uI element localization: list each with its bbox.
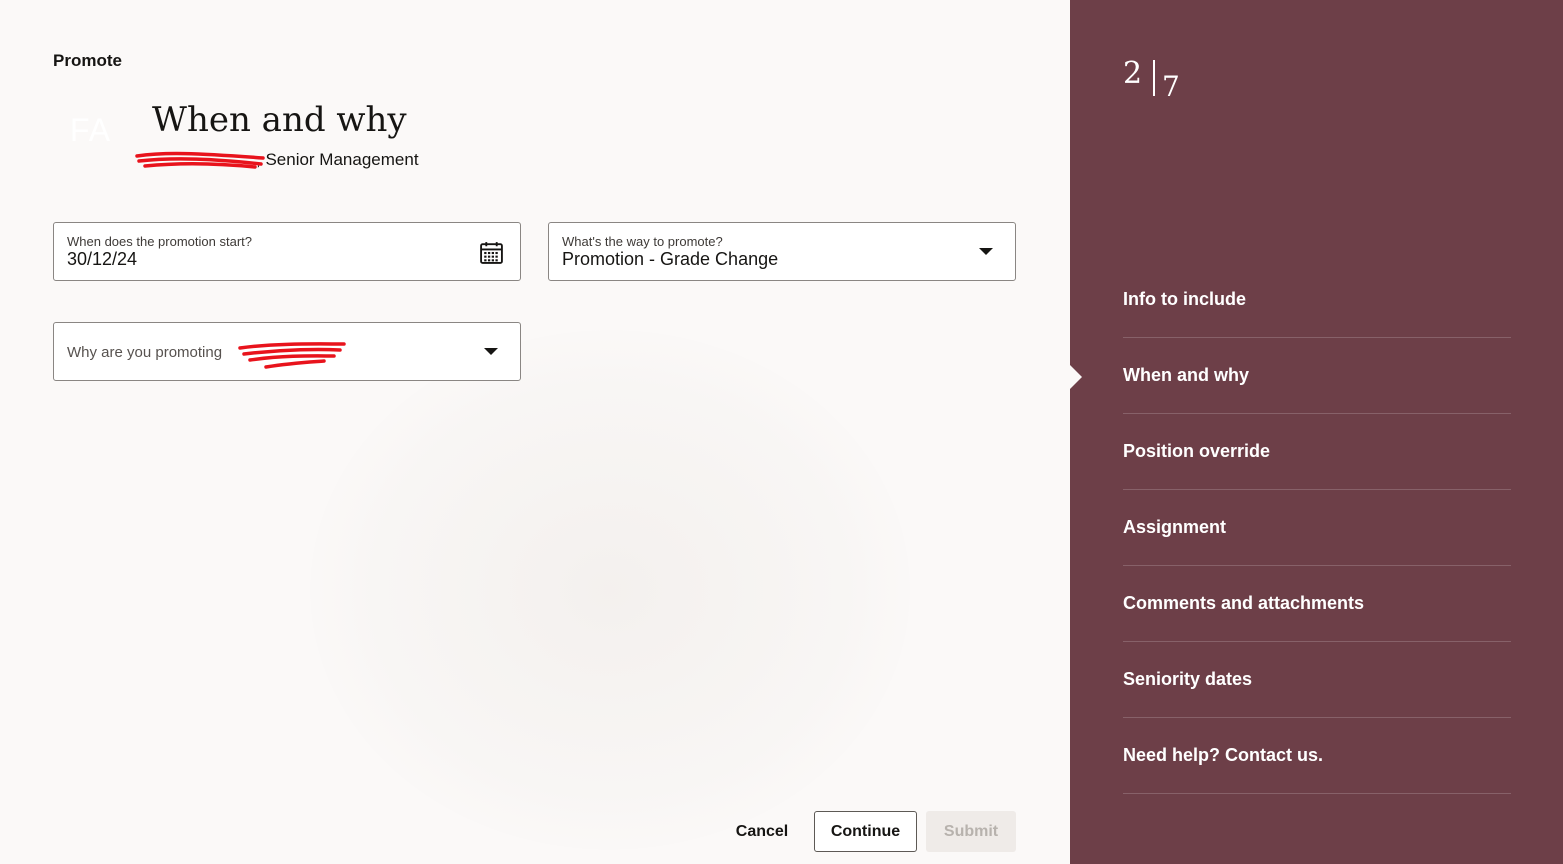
chevron-down-icon[interactable] (979, 248, 993, 255)
continue-button[interactable]: Continue (814, 811, 917, 852)
progress-sidebar: 2 7 Info to include When and why Positio… (1070, 0, 1563, 864)
submit-button[interactable]: Submit (926, 811, 1016, 852)
total-steps-number: 7 (1162, 70, 1180, 103)
step-assignment[interactable]: Assignment (1123, 490, 1511, 566)
flow-title: Promote (53, 51, 122, 70)
page-title: When and why (152, 100, 407, 140)
current-step-pointer (1070, 365, 1082, 389)
step-seniority-dates[interactable]: Seniority dates (1123, 642, 1511, 718)
step-info-to-include[interactable]: Info to include (1123, 262, 1511, 338)
current-step-number: 2 (1123, 56, 1143, 91)
step-label: Position override (1123, 440, 1271, 461)
promotion-start-date-field[interactable]: When does the promotion start? 30/12/24 (53, 222, 521, 281)
step-counter-divider (1153, 60, 1155, 96)
step-comments-and-attachments[interactable]: Comments and attachments (1123, 566, 1511, 642)
promotion-reason-placeholder: Why are you promoting (67, 344, 223, 361)
employee-department: , Senior Management (256, 150, 419, 169)
promotion-way-select[interactable]: What's the way to promote? Promotion - G… (548, 222, 1016, 281)
step-label: Seniority dates (1123, 668, 1253, 689)
redaction-mark (238, 342, 346, 369)
promotion-start-date-value[interactable]: 30/12/24 (67, 249, 137, 270)
calendar-icon[interactable] (479, 240, 504, 265)
step-when-and-why[interactable]: When and why (1123, 338, 1511, 414)
main-panel: Promote FA When and why , Senior Managem… (0, 0, 1070, 864)
step-label: When and why (1123, 364, 1249, 385)
chevron-down-icon[interactable] (484, 348, 498, 355)
step-label: Assignment (1123, 516, 1227, 537)
promotion-start-date-label: When does the promotion start? (67, 234, 252, 249)
promotion-way-value[interactable]: Promotion - Grade Change (562, 249, 778, 270)
step-need-help[interactable]: Need help? Contact us. (1123, 718, 1511, 794)
redaction-mark (135, 151, 265, 169)
step-label: Need help? Contact us. (1123, 744, 1324, 765)
promotion-way-label: What's the way to promote? (562, 234, 723, 249)
step-label: Comments and attachments (1123, 592, 1365, 613)
step-position-override[interactable]: Position override (1123, 414, 1511, 490)
steps-list: Info to include When and why Position ov… (1123, 262, 1511, 794)
background-watermark (310, 330, 910, 850)
step-label: Info to include (1123, 288, 1246, 309)
avatar: FA (70, 112, 112, 148)
cancel-button[interactable]: Cancel (718, 811, 806, 852)
